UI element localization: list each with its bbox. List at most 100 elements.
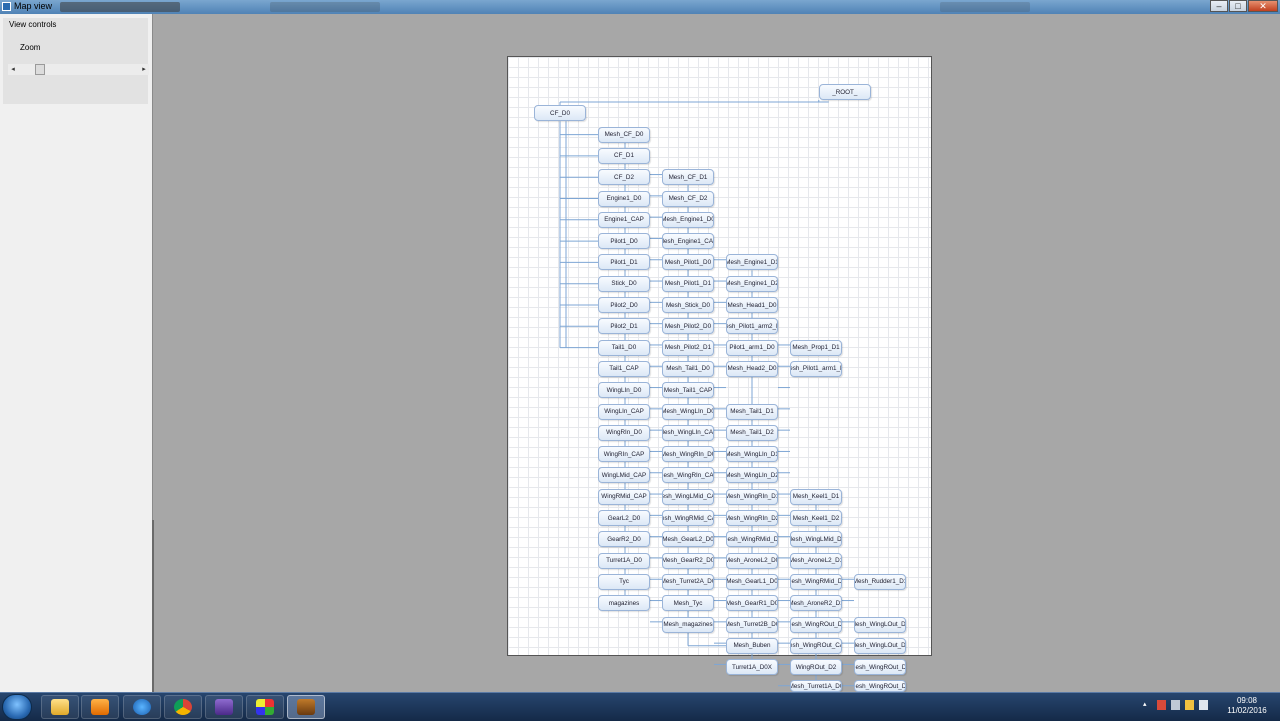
tree-node-mesh-tail1-cap[interactable]: Mesh_Tail1_CAP bbox=[662, 382, 714, 399]
tree-node-mesh-engine1-d2[interactable]: Mesh_Engine1_D2 bbox=[726, 275, 778, 292]
taskbar-map-editor-button[interactable] bbox=[287, 695, 325, 719]
tree-node-mesh-tyc[interactable]: Mesh_Tyc bbox=[662, 595, 714, 612]
tree-node-mesh-magazines[interactable]: Mesh_magazines bbox=[662, 616, 714, 633]
tree-node-mesh-head2-d0[interactable]: Mesh_Head2_D0 bbox=[726, 360, 778, 377]
tree-node-mesh-winglin-d0[interactable]: Mesh_WingLIn_D0 bbox=[662, 403, 714, 420]
tree-node-magazines[interactable]: magazines bbox=[598, 595, 650, 612]
tree-node-mesh-cf-d0[interactable]: Mesh_CF_D0 bbox=[598, 126, 650, 143]
tree-node-winglmid-cap[interactable]: WingLMid_CAP bbox=[598, 467, 650, 484]
visual-studio-icon bbox=[215, 699, 233, 715]
tree-node-mesh-turret2a-d0[interactable]: Mesh_Turret2A_D0 bbox=[662, 573, 714, 590]
tree-node-mesh-head1-d0[interactable]: Mesh_Head1_D0 bbox=[726, 297, 778, 313]
volume-icon[interactable] bbox=[1199, 700, 1208, 710]
taskbar-internet-explorer-button[interactable] bbox=[123, 695, 161, 719]
tree-node-wingrmid-cap[interactable]: WingRMid_CAP bbox=[598, 488, 650, 505]
tree-node-mesh-wingrin-d2[interactable]: Mesh_WingRIn_D2 bbox=[726, 510, 778, 526]
tree-node-mesh-winglout-d2[interactable]: Mesh_WingLOut_D2 bbox=[854, 637, 906, 654]
tree-node-stick-d0[interactable]: Stick_D0 bbox=[598, 275, 650, 292]
tree-node-mesh-pilot2-d1[interactable]: Mesh_Pilot2_D1 bbox=[662, 339, 714, 356]
tree-node-mesh-pilot1-arm1-d0[interactable]: Mesh_Pilot1_arm1_D0 bbox=[790, 360, 842, 377]
tree-node-mesh-engine1-d1[interactable]: Mesh_Engine1_D1 bbox=[726, 254, 778, 271]
tree-node-mesh-winglmid-d1[interactable]: Mesh_WingLMid_D1 bbox=[790, 531, 842, 548]
tree-node-root[interactable]: _ROOT_ bbox=[818, 84, 871, 100]
tree-node-mesh-tail1-d2[interactable]: Mesh_Tail1_D2 bbox=[726, 424, 778, 441]
tree-node-mesh-gearr1-d0[interactable]: Mesh_GearR1_D0 bbox=[726, 595, 778, 612]
tree-node-mesh-pilot1-d1[interactable]: Mesh_Pilot1_D1 bbox=[662, 275, 714, 292]
tree-node-winglin-cap[interactable]: WingLIn_CAP bbox=[598, 403, 650, 420]
tree-node-mesh-tail1-d1[interactable]: Mesh_Tail1_D1 bbox=[726, 403, 778, 420]
tree-node-mesh-wingrmid-d0[interactable]: Mesh_WingRMid_D0 bbox=[726, 531, 778, 548]
folder-icon bbox=[51, 699, 69, 715]
tree-node-mesh-engine1-cap[interactable]: Mesh_Engine1_CAP bbox=[662, 233, 714, 250]
tree-node-mesh-wingrout-d2[interactable]: Mesh_WingROut_D2 bbox=[854, 680, 906, 692]
tree-node-pilot2-d1[interactable]: Pilot2_D1 bbox=[598, 318, 650, 335]
tree-node-mesh-prop1-d1[interactable]: Mesh_Prop1_D1 bbox=[790, 339, 842, 356]
clock[interactable]: 09:08 11/02/2016 bbox=[1224, 696, 1270, 716]
tree-node-mesh-wingrmid-d1[interactable]: Mesh_WingRMid_D1 bbox=[790, 573, 842, 590]
tree-node-cf-d1[interactable]: CF_D1 bbox=[598, 147, 650, 164]
tree-node-gearl2-d0[interactable]: GearL2_D0 bbox=[598, 510, 650, 526]
tree-node-pilot1-arm1-d0[interactable]: Pilot1_arm1_D0 bbox=[726, 339, 778, 356]
taskbar-chrome-button[interactable] bbox=[164, 695, 202, 719]
tree-node-pilot1-d1[interactable]: Pilot1_D1 bbox=[598, 254, 650, 271]
tree-node-cf-d0[interactable]: CF_D0 bbox=[534, 105, 586, 122]
tree-node-mesh-keel1-d2[interactable]: Mesh_Keel1_D2 bbox=[790, 510, 842, 526]
tree-node-gearr2-d0[interactable]: GearR2_D0 bbox=[598, 531, 650, 548]
tree-node-tail1-d0[interactable]: Tail1_D0 bbox=[598, 339, 650, 356]
taskbar-visual-studio-button[interactable] bbox=[205, 695, 243, 719]
tree-node-mesh-aronel2-d1[interactable]: Mesh_AroneL2_D1 bbox=[790, 552, 842, 569]
tree-node-mesh-stick-d0[interactable]: Mesh_Stick_D0 bbox=[662, 297, 714, 313]
tree-node-mesh-cf-d1[interactable]: Mesh_CF_D1 bbox=[662, 169, 714, 186]
tree-node-cf-d2[interactable]: CF_D2 bbox=[598, 169, 650, 186]
tree-node-mesh-keel1-d1[interactable]: Mesh_Keel1_D1 bbox=[790, 488, 842, 505]
tree-node-wingrout-d2[interactable]: WingROut_D2 bbox=[790, 659, 842, 676]
tree-node-mesh-wingrin-cap[interactable]: Mesh_WingRIn_CAP bbox=[662, 467, 714, 484]
tree-node-wingrin-cap[interactable]: WingRIn_CAP bbox=[598, 446, 650, 463]
tree-node-mesh-gearr2-d0[interactable]: Mesh_GearR2_D0 bbox=[662, 552, 714, 569]
tree-node-turret1a-d0[interactable]: Turret1A_D0 bbox=[598, 552, 650, 569]
tree-node-turret1a-d0x[interactable]: Turret1A_D0X bbox=[726, 659, 778, 676]
tree-node-pilot2-d0[interactable]: Pilot2_D0 bbox=[598, 297, 650, 313]
media-player-icon bbox=[91, 699, 109, 715]
tree-node-mesh-turret2b-d0[interactable]: Mesh_Turret2B_D0 bbox=[726, 616, 778, 633]
tree-node-mesh-aroner2-d1[interactable]: Mesh_AroneR2_D1 bbox=[790, 595, 842, 612]
tree-node-mesh-tail1-d0[interactable]: Mesh_Tail1_D0 bbox=[662, 360, 714, 377]
tree-node-mesh-rudder1-d1[interactable]: Mesh_Rudder1_D1 bbox=[854, 573, 906, 590]
tree-node-pilot1-d0[interactable]: Pilot1_D0 bbox=[598, 233, 650, 250]
tree-node-mesh-winglmid-cap[interactable]: Mesh_WingLMid_CAP bbox=[662, 488, 714, 505]
tree-node-mesh-wingrout-d1[interactable]: Mesh_WingROut_D1 bbox=[854, 659, 906, 676]
tree-node-mesh-wingrout-d0[interactable]: Mesh_WingROut_D0 bbox=[790, 616, 842, 633]
tree-node-mesh-cf-d2[interactable]: Mesh_CF_D2 bbox=[662, 190, 714, 207]
tree-node-mesh-winglin-cap[interactable]: Mesh_WingLIn_CAP bbox=[662, 424, 714, 441]
action-center-icon[interactable] bbox=[1157, 700, 1166, 710]
show-hidden-icons-icon[interactable]: ▴ bbox=[1143, 700, 1152, 710]
tree-node-mesh-winglout-d1[interactable]: Mesh_WingLOut_D1 bbox=[854, 616, 906, 633]
tree-node-mesh-wingrin-d0[interactable]: Mesh_WingRIn_D0 bbox=[662, 446, 714, 463]
tree-node-engine1-cap[interactable]: Engine1_CAP bbox=[598, 211, 650, 228]
tree-node-mesh-turret1a-d0[interactable]: Mesh_Turret1A_D0 bbox=[790, 680, 842, 692]
tree-node-mesh-wingrmid-cap[interactable]: Mesh_WingRMid_CAP bbox=[662, 510, 714, 526]
taskbar-paint-button[interactable] bbox=[246, 695, 284, 719]
tree-node-mesh-pilot1-arm2-d0[interactable]: Mesh_Pilot1_arm2_D0 bbox=[726, 318, 778, 335]
tree-node-mesh-aronel2-d0[interactable]: Mesh_AroneL2_D0 bbox=[726, 552, 778, 569]
tree-node-mesh-wingrin-d1[interactable]: Mesh_WingRIn_D1 bbox=[726, 488, 778, 505]
tree-node-mesh-gearl1-d0[interactable]: Mesh_GearL1_D0 bbox=[726, 573, 778, 590]
tree-node-mesh-pilot2-d0[interactable]: Mesh_Pilot2_D0 bbox=[662, 318, 714, 335]
tree-node-mesh-wingrout-cap[interactable]: Mesh_WingROut_CAP bbox=[790, 637, 842, 654]
battery-icon[interactable] bbox=[1171, 700, 1180, 710]
tree-node-mesh-winglin-d1[interactable]: Mesh_WingLIn_D1 bbox=[726, 446, 778, 463]
tree-node-mesh-engine1-d0[interactable]: Mesh_Engine1_D0 bbox=[662, 211, 714, 228]
tree-node-mesh-winglin-d2[interactable]: Mesh_WingLIn_D2 bbox=[726, 467, 778, 484]
tree-node-engine1-d0[interactable]: Engine1_D0 bbox=[598, 190, 650, 207]
tree-node-mesh-pilot1-d0[interactable]: Mesh_Pilot1_D0 bbox=[662, 254, 714, 271]
tree-node-winglin-d0[interactable]: WingLIn_D0 bbox=[598, 382, 650, 399]
tree-node-tail1-cap[interactable]: Tail1_CAP bbox=[598, 360, 650, 377]
tree-node-wingrin-d0[interactable]: WingRIn_D0 bbox=[598, 424, 650, 441]
tree-node-tyc[interactable]: Tyc bbox=[598, 573, 650, 590]
network-icon[interactable] bbox=[1185, 700, 1194, 710]
tree-node-mesh-gearl2-d0[interactable]: Mesh_GearL2_D0 bbox=[662, 531, 714, 548]
taskbar-file-explorer-button[interactable] bbox=[41, 695, 79, 719]
start-button[interactable] bbox=[2, 694, 32, 720]
taskbar-media-player-button[interactable] bbox=[81, 695, 119, 719]
tree-node-mesh-buben[interactable]: Mesh_Buben bbox=[726, 637, 778, 654]
